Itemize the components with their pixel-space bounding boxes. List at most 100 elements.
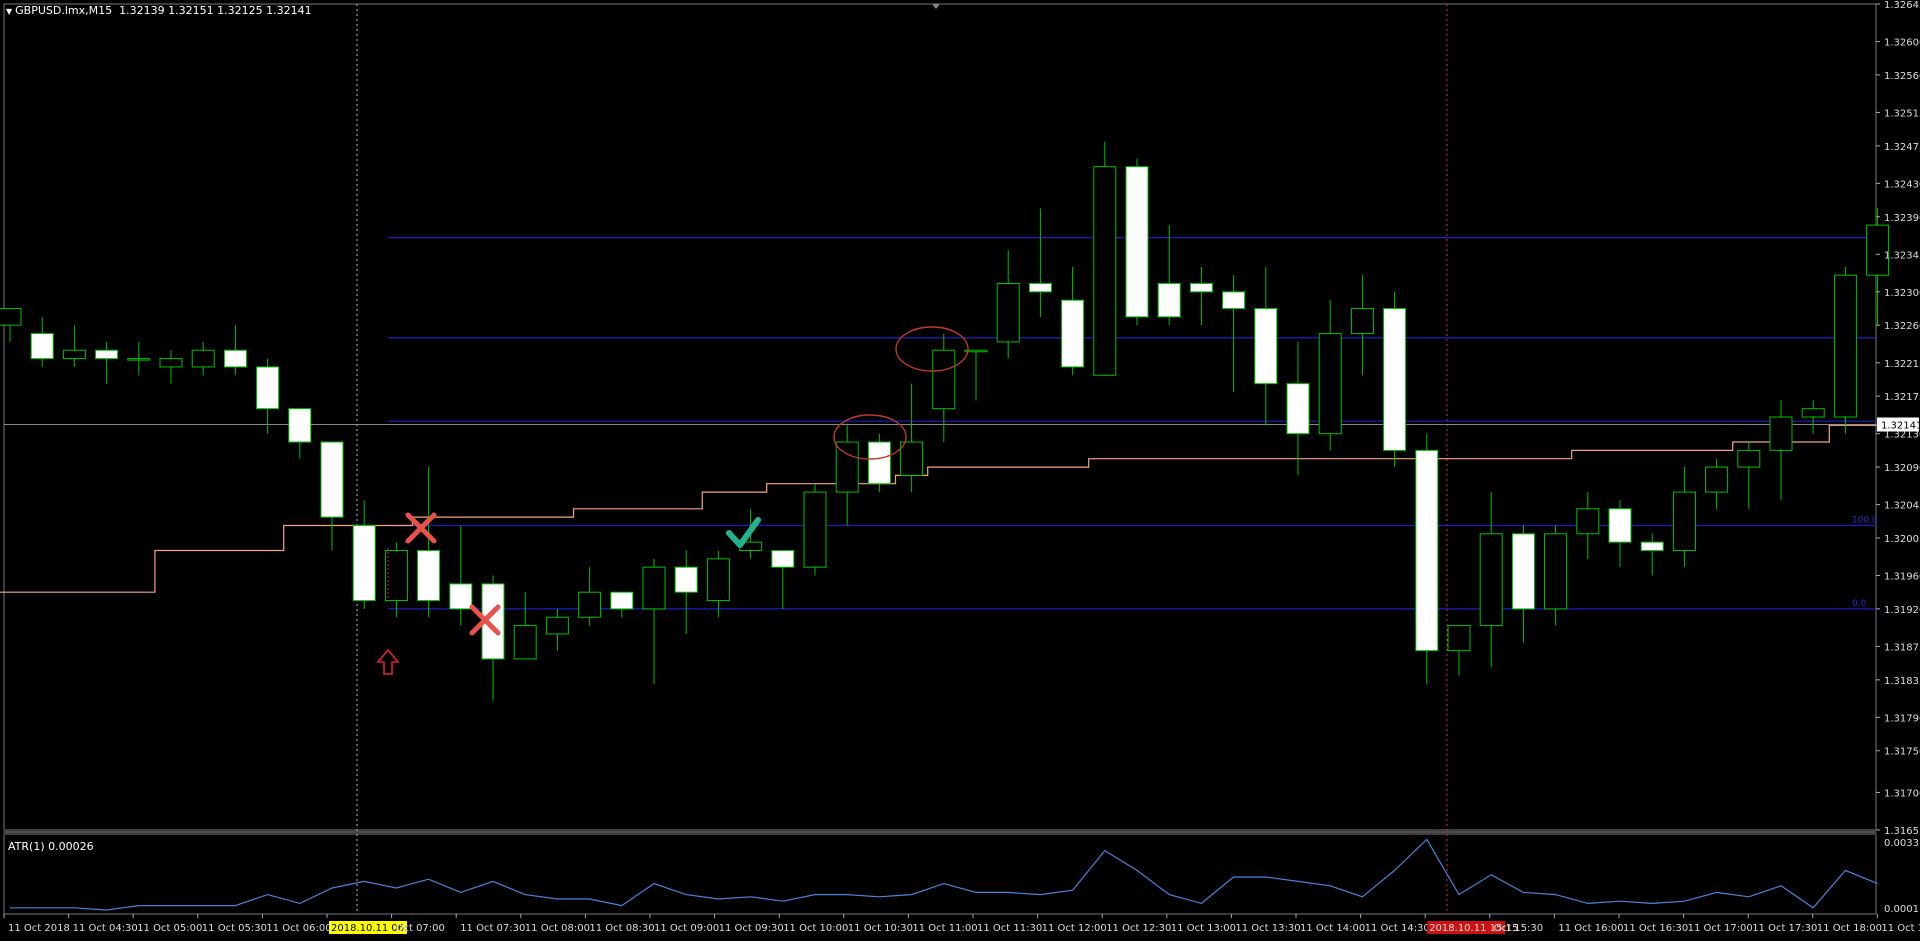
candle-body	[1189, 283, 1213, 293]
y-tick-label: 1.31750	[1884, 747, 1920, 758]
main-panel-border	[3, 3, 1877, 831]
candle-body	[1737, 449, 1761, 468]
y-tick-label: 1.31790	[1884, 713, 1920, 724]
candle-body	[30, 333, 54, 360]
fib-level-label: 100.0	[1852, 515, 1878, 525]
candle	[1801, 400, 1825, 434]
candle-body	[1415, 449, 1439, 652]
atr-panel-border	[3, 833, 1877, 915]
x-tick-label: 11 Oct 12:30	[1106, 923, 1171, 934]
y-tick-label: 1.32645	[1884, 0, 1920, 11]
candle-body	[1479, 533, 1503, 627]
y-tick-label: 1.32430	[1884, 179, 1920, 190]
candle-body	[1544, 533, 1568, 610]
candle-body	[1672, 491, 1696, 551]
candle	[578, 567, 602, 626]
x-tick-label: 11 Oct 16:00	[1558, 923, 1623, 934]
y-tick-label: 1.31875	[1884, 642, 1920, 653]
atr-line	[10, 838, 1878, 911]
cross-icon	[405, 512, 437, 544]
triangle-down-icon[interactable]: ▼	[6, 7, 12, 16]
candle	[964, 349, 988, 401]
x-tick-label: 11 Oct 18:00	[1817, 923, 1882, 934]
candle	[127, 341, 151, 376]
candle-body	[1833, 274, 1857, 418]
candle-body	[288, 408, 312, 443]
x-tick-label: 11 Oct 05:30	[202, 923, 267, 934]
candle	[352, 500, 376, 609]
x-tick-label: 11 Oct 11:30	[977, 923, 1042, 934]
candle-body	[900, 441, 924, 476]
candle-body	[1705, 466, 1729, 493]
x-tick-label: 11 Oct 04:30	[73, 923, 138, 934]
candle-body	[1769, 416, 1793, 451]
candle	[803, 483, 827, 576]
y-tick-label: 1.32390	[1884, 213, 1920, 224]
candle	[1028, 208, 1052, 317]
candle-body	[803, 491, 827, 568]
candle-body	[62, 349, 86, 360]
candle-body	[384, 549, 408, 602]
x-tick-label: 11 Oct 10:30	[848, 923, 913, 934]
candle	[1093, 141, 1117, 376]
candle	[1318, 300, 1342, 451]
x-tick-label: 11 Oct 17:30	[1752, 923, 1817, 934]
y-tick-label: 1.32300	[1884, 288, 1920, 299]
candle	[1447, 625, 1471, 676]
x-tick-label: Oct 07:00	[396, 923, 445, 934]
y-tick-label: 1.31835	[1884, 676, 1920, 687]
candle	[1511, 525, 1535, 643]
x-tick-label: 11 Oct 06:00	[266, 923, 331, 934]
candle-body	[867, 441, 891, 485]
y-tick-label: 1.32090	[1884, 463, 1920, 474]
candle-body	[191, 349, 215, 368]
candle	[62, 325, 86, 367]
candle	[223, 325, 247, 376]
candle	[256, 358, 280, 434]
x-tick-label: 11 Oct 18:30	[1881, 923, 1920, 934]
candle-body	[1028, 283, 1052, 293]
candle	[1061, 266, 1085, 376]
candle-body	[1383, 308, 1407, 451]
atr-label: ATR(1) 0.00026	[8, 840, 94, 853]
candle	[320, 441, 344, 551]
candle	[1608, 500, 1632, 568]
candle	[1157, 225, 1181, 326]
y-tick-label: 1.32215	[1884, 359, 1920, 370]
candle	[191, 341, 215, 376]
atr-scale-top: 0.00337	[1884, 838, 1920, 849]
candle	[1866, 208, 1890, 326]
candle	[1544, 525, 1568, 626]
x-tick-label: 11 Oct 16:30	[1623, 923, 1688, 934]
candle	[706, 550, 730, 618]
x-tick-label: 11 Oct 09:00	[654, 923, 719, 934]
candle	[1833, 266, 1857, 434]
candle-body	[706, 558, 730, 602]
candle-body	[1286, 383, 1310, 435]
price-chart[interactable]: 0.0 100.0 1.32645 1.32600 1.32560 1.32515 1.3…	[0, 0, 1920, 941]
chart-shift-icon	[932, 4, 940, 9]
candle-body	[513, 625, 537, 660]
candle	[1286, 341, 1310, 476]
candle	[1479, 492, 1503, 668]
candle-body	[1254, 308, 1278, 385]
x-tick-label: Oct 15:30	[1494, 923, 1543, 934]
candle-body	[0, 308, 22, 326]
y-tick-label: 1.32515	[1884, 108, 1920, 119]
candle	[1254, 266, 1278, 426]
candle-body	[1093, 166, 1117, 376]
atr-scale-bottom: 0.0001	[1884, 904, 1919, 915]
x-tick-label: 11 Oct 13:30	[1235, 923, 1300, 934]
y-tick-label: 1.32175	[1884, 392, 1920, 403]
candle	[30, 316, 54, 367]
candle	[771, 549, 795, 609]
candle-body	[1157, 283, 1181, 318]
candle	[95, 341, 119, 384]
candle	[417, 467, 441, 618]
candle-body	[1447, 625, 1471, 652]
candle	[932, 333, 956, 443]
ohlc-label: 1.32139 1.32151 1.32125 1.32141	[119, 4, 312, 17]
x-tick-label: 11 Oct 17:00	[1688, 923, 1753, 934]
candle-body	[127, 358, 151, 361]
candle-body	[95, 349, 119, 360]
